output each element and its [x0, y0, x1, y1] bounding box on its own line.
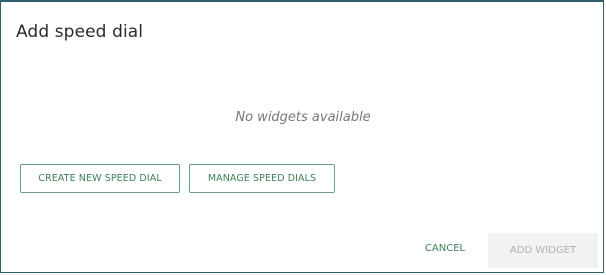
empty-widgets-message: No widgets available	[235, 110, 371, 125]
manage-speed-dials-button[interactable]: MANAGE SPEED DIALS	[189, 164, 335, 193]
add-widget-button[interactable]: ADD WIDGET	[488, 233, 598, 268]
dialog-title: Add speed dial	[16, 22, 144, 42]
add-speed-dial-dialog: Add speed dial No widgets available CREA…	[0, 0, 604, 273]
cancel-button[interactable]: CANCEL	[405, 233, 485, 265]
create-new-speed-dial-button[interactable]: CREATE NEW SPEED DIAL	[20, 164, 180, 193]
